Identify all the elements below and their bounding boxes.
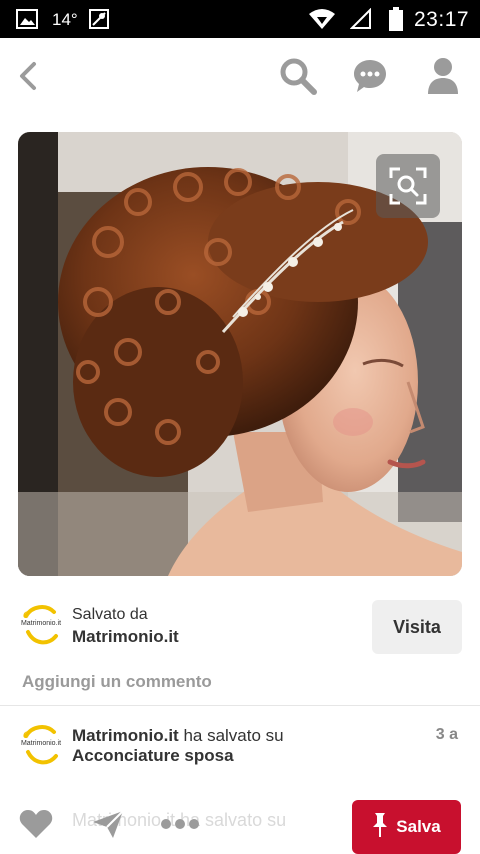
maps-icon xyxy=(87,0,111,38)
visual-search-button[interactable] xyxy=(376,154,440,218)
temperature: 14° xyxy=(52,10,78,29)
search-icon[interactable] xyxy=(278,56,318,96)
heart-icon[interactable] xyxy=(16,806,56,842)
activity-logo[interactable]: e Matrimonio.it xyxy=(18,722,64,768)
source-logo[interactable]: e Matrimonio.it xyxy=(18,602,64,648)
wifi-icon xyxy=(308,0,336,38)
clock: 23:17 xyxy=(414,8,470,31)
back-arrow-icon[interactable] xyxy=(8,56,48,96)
divider xyxy=(0,705,480,706)
pin-icon xyxy=(372,812,388,843)
add-comment-field[interactable]: Aggiungi un commento xyxy=(22,672,212,692)
saved-label: Salvato da xyxy=(72,606,148,623)
visual-search-icon xyxy=(388,166,428,206)
top-nav xyxy=(0,38,480,114)
source-row: e Matrimonio.it Salvato da Matrimonio.it… xyxy=(18,596,462,658)
visit-button[interactable]: Visita xyxy=(372,600,462,654)
activity-action: ha salvato su xyxy=(178,726,284,745)
bottom-action-bar: Matrimonio.it ha salvato su Salva xyxy=(0,792,480,854)
more-icon[interactable] xyxy=(160,806,200,842)
image-icon xyxy=(16,0,38,38)
activity-board[interactable]: Acconciature sposa xyxy=(72,746,234,766)
profile-icon[interactable] xyxy=(423,56,463,96)
send-icon[interactable] xyxy=(88,806,128,842)
save-label: Salva xyxy=(396,817,441,836)
activity-row: e Matrimonio.it Matrimonio.it ha salvato… xyxy=(18,716,462,776)
status-bar: 14° 23:17 xyxy=(0,0,480,38)
signal-icon xyxy=(350,0,372,38)
activity-time: 3 a xyxy=(435,726,458,743)
activity-text: Matrimonio.it ha salvato su xyxy=(72,726,284,746)
source-name[interactable]: Matrimonio.it xyxy=(72,627,179,647)
pin-image[interactable] xyxy=(18,132,462,576)
save-button[interactable]: Salva xyxy=(352,800,461,854)
battery-icon xyxy=(389,0,403,38)
chat-bubble-icon[interactable] xyxy=(350,56,390,96)
activity-user[interactable]: Matrimonio.it xyxy=(72,726,179,745)
